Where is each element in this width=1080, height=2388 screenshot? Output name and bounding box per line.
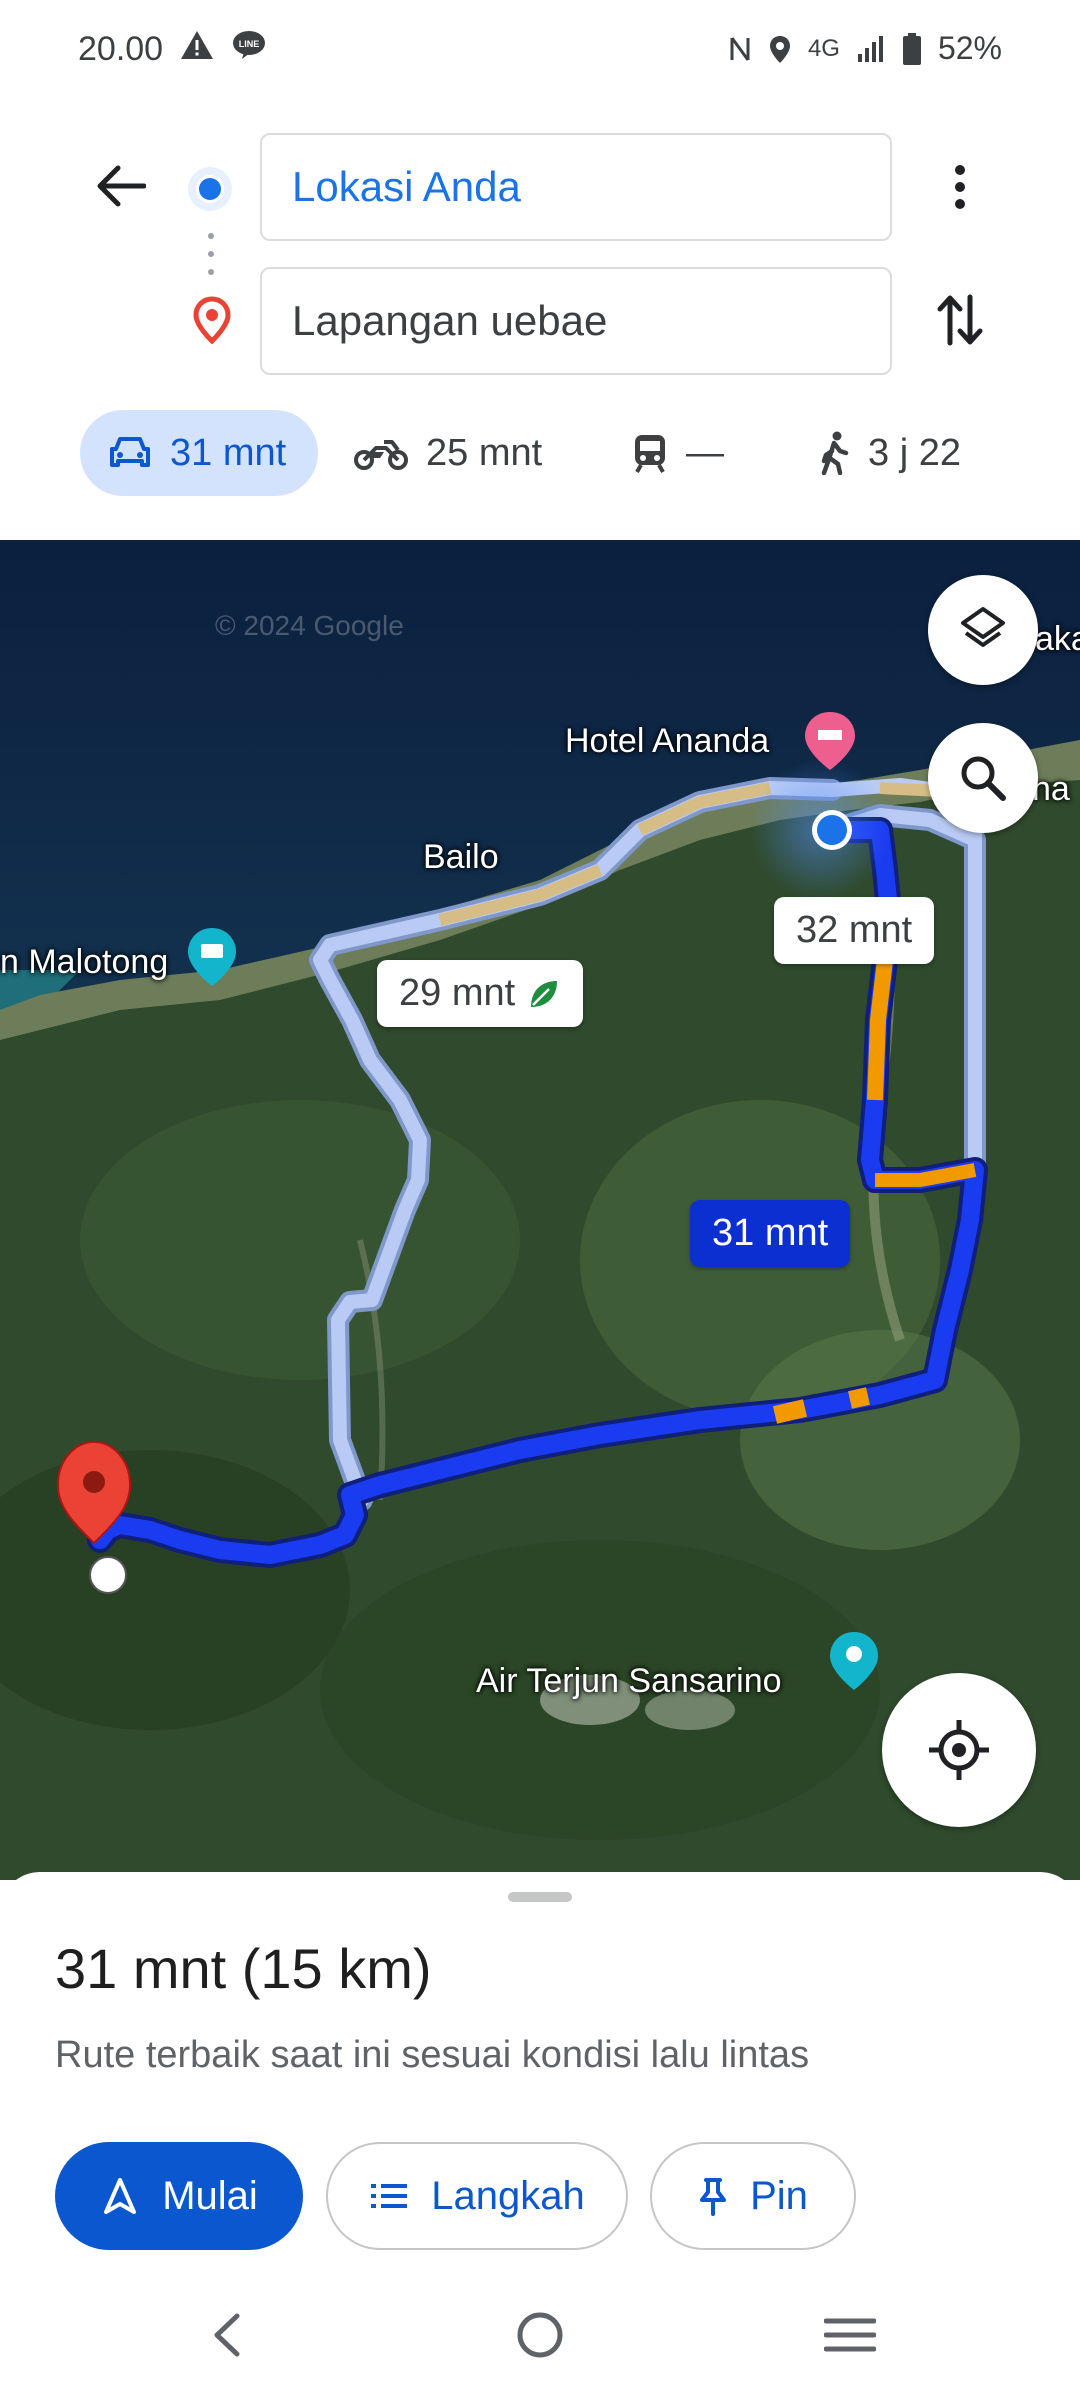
- location-icon: [768, 34, 792, 64]
- tab-walk-label: 3 j 22: [868, 431, 961, 474]
- travel-mode-tabs: 31 mnt 25 mnt — 3 j 22: [0, 410, 1080, 496]
- train-icon: [635, 435, 665, 473]
- tab-transit-label: —: [686, 431, 724, 474]
- chevron-left-icon: [214, 2313, 240, 2357]
- route-label-primary[interactable]: 31 mnt: [690, 1200, 851, 1267]
- route-alt-2-time: 32 mnt: [796, 909, 913, 951]
- swap-vert-icon: [937, 294, 983, 346]
- pin-icon: [700, 2178, 727, 2216]
- map-search-button[interactable]: [928, 723, 1038, 833]
- system-recents-button[interactable]: [815, 2300, 885, 2370]
- network-type: 4G: [807, 34, 840, 62]
- tab-drive-label: 31 mnt: [170, 431, 287, 474]
- tab-motorcycle-label: 25 mnt: [426, 431, 543, 474]
- destination-pin-icon: [192, 296, 232, 345]
- route-primary-time: 31 mnt: [712, 1212, 829, 1254]
- place-malotong[interactable]: n Malotong: [0, 943, 168, 982]
- tab-walk[interactable]: 3 j 22: [818, 410, 961, 496]
- start-navigation-button[interactable]: Mulai: [55, 2142, 303, 2250]
- route-label-alt-1[interactable]: 29 mnt: [377, 960, 584, 1027]
- my-location-button[interactable]: [882, 1673, 1036, 1827]
- layers-icon: [961, 607, 1005, 647]
- place-bailo[interactable]: Bailo: [423, 838, 499, 877]
- route-summary-title: 31 mnt (15 km): [55, 1937, 432, 2000]
- route-alt-1-time: 29 mnt: [399, 972, 516, 1014]
- origin-dot-icon: [186, 165, 234, 213]
- system-home-button[interactable]: [505, 2300, 575, 2370]
- back-button[interactable]: [90, 155, 152, 217]
- motorcycle-icon: [354, 440, 408, 470]
- tab-motorcycle[interactable]: 25 mnt: [354, 410, 542, 496]
- home-circle-icon: [517, 2312, 563, 2358]
- start-button-label: Mulai: [162, 2173, 258, 2218]
- route-summary-subtitle: Rute terbaik saat ini sesuai kondisi lal…: [55, 2034, 810, 2076]
- map-view[interactable]: © 2024 Google Hotel Ananda Bailo n Malot…: [0, 540, 1080, 1880]
- drag-handle[interactable]: [508, 1892, 572, 1902]
- place-edge-label: aka: [1035, 620, 1080, 658]
- svg-text:LINE: LINE: [239, 39, 260, 49]
- system-back-button[interactable]: [192, 2300, 262, 2370]
- map-watermark: © 2024 Google: [215, 610, 404, 641]
- route-connector-dots: [208, 232, 214, 276]
- pin-button-label: Pin: [750, 2173, 808, 2218]
- route-label-alt-2[interactable]: 32 mnt: [774, 897, 935, 964]
- battery-icon: [902, 32, 922, 66]
- list-icon: [371, 2184, 408, 2208]
- layers-button[interactable]: [928, 575, 1038, 685]
- status-time: 20.00: [78, 30, 164, 68]
- destination-field[interactable]: Lapangan uebae: [260, 267, 892, 375]
- status-bar: 20.00 LINE 4G 52%: [0, 0, 1080, 100]
- my-location-icon: [929, 1720, 989, 1780]
- steps-button[interactable]: Langkah: [326, 2142, 628, 2250]
- battery-level: 52%: [937, 30, 1002, 66]
- tab-transit[interactable]: —: [632, 410, 724, 496]
- navigation-arrow-icon: [104, 2178, 137, 2214]
- place-hotel-ananda[interactable]: Hotel Ananda: [565, 722, 769, 761]
- swap-button[interactable]: [930, 290, 990, 350]
- warning-icon: [180, 30, 214, 60]
- steps-button-label: Langkah: [431, 2173, 585, 2218]
- route-summary-sheet[interactable]: 31 mnt (15 km) Rute terbaik saat ini ses…: [0, 1872, 1080, 2302]
- pin-button[interactable]: Pin: [650, 2142, 856, 2250]
- origin-field[interactable]: Lokasi Anda: [260, 133, 892, 241]
- eco-leaf-icon: [531, 980, 558, 1007]
- menu-icon: [824, 2318, 876, 2352]
- car-icon: [110, 437, 150, 467]
- walk-icon: [821, 431, 849, 475]
- arrow-left-icon: [97, 165, 146, 207]
- tab-drive[interactable]: 31 mnt: [80, 410, 318, 496]
- line-app-icon: LINE: [232, 30, 266, 60]
- signal-icon: [856, 34, 886, 64]
- system-nav-bar: [0, 2280, 1080, 2388]
- nfc-icon: [728, 34, 752, 64]
- search-icon: [961, 756, 1006, 801]
- more-options-button[interactable]: [930, 157, 990, 217]
- place-air-terjun-sansarino[interactable]: Air Terjun Sansarino: [476, 1662, 782, 1701]
- more-vert-icon: [955, 165, 965, 209]
